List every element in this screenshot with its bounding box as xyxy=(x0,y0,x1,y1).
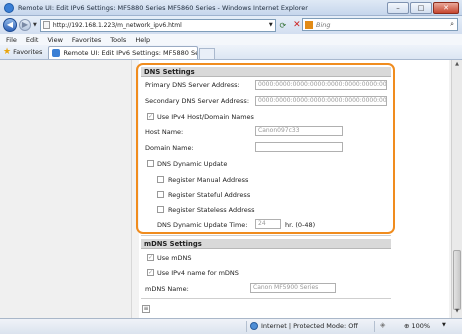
new-tab-button[interactable] xyxy=(199,48,216,59)
back-button[interactable]: ◀ xyxy=(3,18,17,32)
favorites-bar: ★ Favorites Remote UI: Edit IPv6 Setting… xyxy=(0,45,462,60)
vertical-scrollbar[interactable]: ▲ ▼ xyxy=(451,60,462,318)
search-input[interactable]: Bing ⌕ xyxy=(302,18,458,31)
refresh-icon[interactable]: ⟳ xyxy=(276,19,290,32)
star-icon: ★ xyxy=(3,46,12,57)
mdns-settings-header: mDNS Settings xyxy=(141,239,391,249)
window-controls: – □ ✕ xyxy=(386,2,459,14)
address-field[interactable]: http://192.168.1.223/m_network_ipv6.html… xyxy=(39,18,276,32)
mdns-name-label: mDNS Name: xyxy=(145,285,189,293)
protected-mode-icon[interactable]: ◈ xyxy=(380,321,385,329)
menu-help[interactable]: Help xyxy=(135,36,150,44)
scroll-down-icon[interactable]: ▼ xyxy=(453,308,461,316)
tab-remote-ui[interactable]: Remote UI: Edit IPv6 Settings: MF5880 Se… xyxy=(48,46,199,59)
status-separator xyxy=(246,321,247,332)
window-titlebar: Remote UI: Edit IPv6 Settings: MF5880 Se… xyxy=(0,0,462,16)
url-text[interactable]: http://192.168.1.223/m_network_ipv6.html xyxy=(53,22,267,29)
page-top-icon[interactable]: ≡ xyxy=(142,305,150,313)
address-toolbar: ◀ ▶ ▼ http://192.168.1.223/m_network_ipv… xyxy=(0,16,462,34)
scrollbar-thumb[interactable] xyxy=(453,250,461,310)
search-icon[interactable]: ⌕ xyxy=(450,20,454,29)
recent-pages-dropdown-icon[interactable]: ▼ xyxy=(33,22,37,28)
forward-button[interactable]: ▶ xyxy=(19,19,31,31)
use-ipv4-mdns-checkbox[interactable]: ✓ xyxy=(147,269,154,276)
window-title: Remote UI: Edit IPv6 Settings: MF5880 Se… xyxy=(18,3,308,12)
minimize-button[interactable]: – xyxy=(387,2,409,14)
menu-edit[interactable]: Edit xyxy=(26,36,39,44)
zoom-icon: ⊕ xyxy=(404,322,412,330)
close-button[interactable]: ✕ xyxy=(433,2,459,14)
zone-text: Internet | Protected Mode: Off xyxy=(261,322,358,330)
section-divider xyxy=(141,235,391,236)
dns-settings-highlight xyxy=(136,63,395,234)
menu-file[interactable]: File xyxy=(6,36,17,44)
zoom-dropdown-icon[interactable]: ▼ xyxy=(442,322,446,328)
page-icon xyxy=(42,21,50,29)
mdns-name-field[interactable]: Canon MF5900 Series xyxy=(250,283,336,293)
bing-icon xyxy=(305,20,313,29)
menu-bar: File Edit View Favorites Tools Help xyxy=(0,34,462,45)
menu-tools[interactable]: Tools xyxy=(110,36,126,44)
scroll-up-icon[interactable]: ▲ xyxy=(453,61,461,69)
ie-logo-icon xyxy=(4,2,14,13)
use-mdns-checkbox[interactable]: ✓ xyxy=(147,254,154,261)
address-dropdown-icon[interactable]: ▼ xyxy=(267,22,275,28)
maximize-button[interactable]: □ xyxy=(410,2,432,14)
zoom-level[interactable]: ⊕ 100% xyxy=(404,322,430,330)
favorites-button[interactable]: ★ Favorites xyxy=(3,45,42,58)
favorites-label: Favorites xyxy=(13,47,43,56)
left-navigation-panel xyxy=(0,60,132,318)
security-zone[interactable]: Internet | Protected Mode: Off xyxy=(250,322,358,330)
use-mdns-label: Use mDNS xyxy=(157,254,192,262)
search-placeholder: Bing xyxy=(316,20,331,29)
tab-page-icon xyxy=(52,49,61,57)
section-divider-bottom xyxy=(141,298,391,299)
use-ipv4-mdns-label: Use IPv4 name for mDNS xyxy=(157,269,239,277)
menu-view[interactable]: View xyxy=(47,36,62,44)
menu-favorites[interactable]: Favorites xyxy=(72,36,101,44)
status-bar: Internet | Protected Mode: Off ◈ ⊕ 100% … xyxy=(0,318,462,334)
globe-icon xyxy=(250,322,258,330)
tab-title: Remote UI: Edit IPv6 Settings: MF5880 Se… xyxy=(63,49,197,57)
zoom-text: 100% xyxy=(411,322,431,330)
status-separator-2 xyxy=(374,321,375,332)
